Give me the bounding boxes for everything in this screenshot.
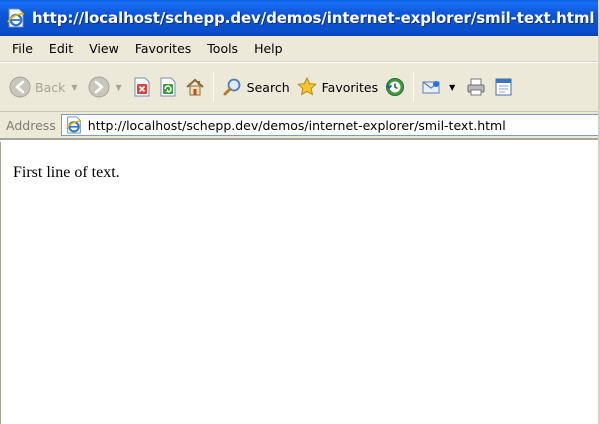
- menu-edit[interactable]: Edit: [41, 39, 81, 58]
- page-content: First line of text.: [0, 142, 600, 424]
- standard-toolbar: Back ▼ ▼ Search Favorites ▼: [0, 62, 600, 112]
- forward-dropdown-icon[interactable]: ▼: [116, 83, 122, 92]
- ie-page-icon: [7, 8, 25, 28]
- back-arrow-icon: [9, 76, 31, 98]
- search-label: Search: [246, 79, 290, 95]
- window-title: http://localhost/schepp.dev/demos/intern…: [32, 9, 600, 27]
- favorites-label: Favorites: [321, 79, 379, 95]
- home-button[interactable]: [181, 69, 209, 105]
- back-dropdown-icon[interactable]: ▼: [71, 83, 77, 92]
- toolbar-separator: [212, 72, 214, 102]
- menu-help[interactable]: Help: [246, 39, 291, 58]
- refresh-button[interactable]: [155, 69, 181, 105]
- page-text: First line of text.: [13, 164, 120, 181]
- forward-button[interactable]: ▼: [85, 69, 129, 105]
- address-input[interactable]: http://localhost/schepp.dev/demos/intern…: [60, 114, 600, 136]
- history-icon: [386, 78, 405, 96]
- favorites-button[interactable]: Favorites: [293, 69, 381, 105]
- refresh-icon: [160, 77, 176, 97]
- address-bar: Address http://localhost/schepp.dev/demo…: [0, 112, 600, 140]
- mail-icon: [422, 81, 440, 94]
- menu-favorites[interactable]: Favorites: [127, 39, 199, 58]
- title-bar[interactable]: http://localhost/schepp.dev/demos/intern…: [0, 0, 600, 36]
- search-icon: [223, 78, 241, 96]
- back-button[interactable]: Back ▼: [6, 69, 85, 105]
- search-button[interactable]: Search: [218, 69, 293, 105]
- history-button[interactable]: [381, 69, 409, 105]
- address-label: Address: [6, 117, 56, 133]
- print-icon: [467, 78, 485, 96]
- menu-tools[interactable]: Tools: [199, 39, 246, 58]
- address-url: http://localhost/schepp.dev/demos/intern…: [87, 117, 506, 133]
- menu-file[interactable]: File: [4, 39, 41, 58]
- ie-page-icon: [65, 116, 82, 134]
- forward-arrow-icon: [88, 76, 110, 98]
- mail-dropdown-icon[interactable]: ▼: [449, 83, 455, 92]
- home-icon: [186, 78, 204, 96]
- favorites-star-icon: [296, 76, 317, 96]
- edit-button[interactable]: [490, 69, 518, 105]
- toolbar-separator-2: [413, 72, 415, 102]
- stop-icon: [134, 77, 150, 97]
- mail-button[interactable]: ▼: [418, 69, 462, 105]
- back-label: Back: [35, 79, 66, 95]
- menu-view[interactable]: View: [81, 39, 127, 58]
- menu-bar: File Edit View Favorites Tools Help: [0, 36, 600, 62]
- print-button[interactable]: [462, 69, 490, 105]
- edit-page-icon: [495, 78, 512, 96]
- stop-button[interactable]: [129, 69, 155, 105]
